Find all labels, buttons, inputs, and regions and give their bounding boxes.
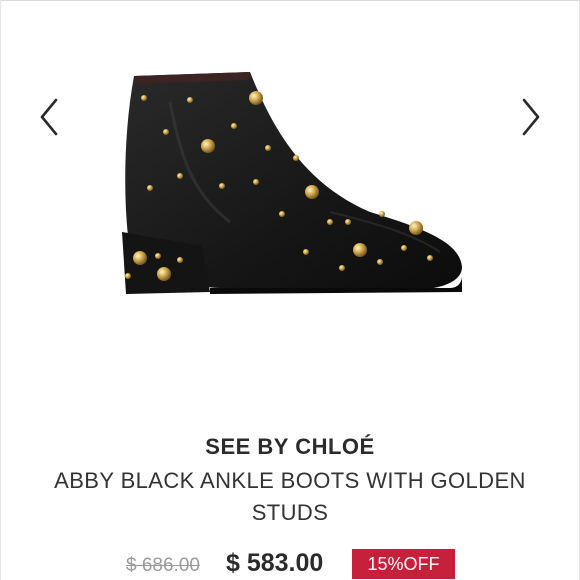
carousel-next-button[interactable] [518,96,544,138]
product-title: ABBY BLACK ANKLE BOOTS WITH GOLDEN STUDS [54,468,526,525]
product-image[interactable] [110,62,470,302]
price-row: $ 686.00 $ 583.00 15%OFF [0,545,580,580]
boot-illustration [122,72,463,294]
original-price: $ 686.00 [126,555,200,576]
sale-price: $ 583.00 [226,549,324,577]
top-divider [0,0,580,1]
left-border [0,0,1,580]
chevron-left-icon [40,98,58,136]
carousel-prev-button[interactable] [36,96,62,138]
chevron-right-icon [522,98,540,136]
product-brand: SEE BY CHLOÉ [205,434,375,459]
discount-badge: 15%OFF [352,549,455,579]
